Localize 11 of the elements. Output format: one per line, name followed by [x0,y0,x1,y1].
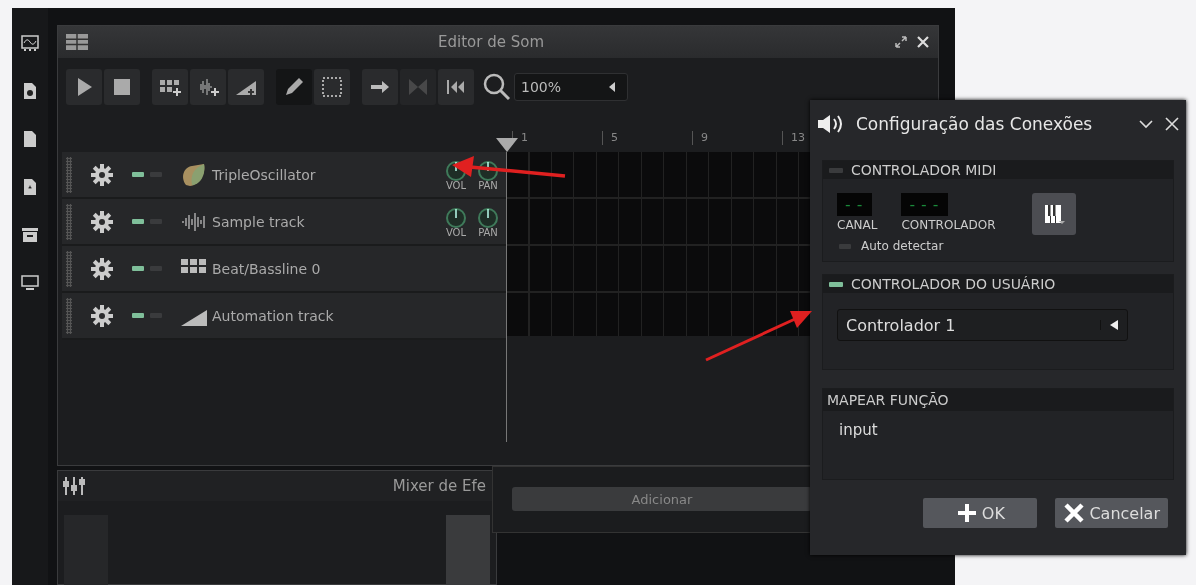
controller-label: CONTROLADOR [901,218,996,232]
group-title: MAPEAR FUNÇÃO [827,392,949,408]
window-title: Editor de Som [437,33,545,51]
auto-detect-label: Auto detectar [861,239,944,253]
group-title: CONTROLADOR MIDI [851,162,997,178]
group-title: CONTROLADOR DO USUÁRIO [851,276,1056,292]
mapped-function: input [838,420,879,439]
bar-number: 5 [602,131,692,145]
bar-number: 9 [692,131,782,145]
window-title: Mixer de Efe [391,477,487,495]
channel-label: CANAL [837,218,878,232]
